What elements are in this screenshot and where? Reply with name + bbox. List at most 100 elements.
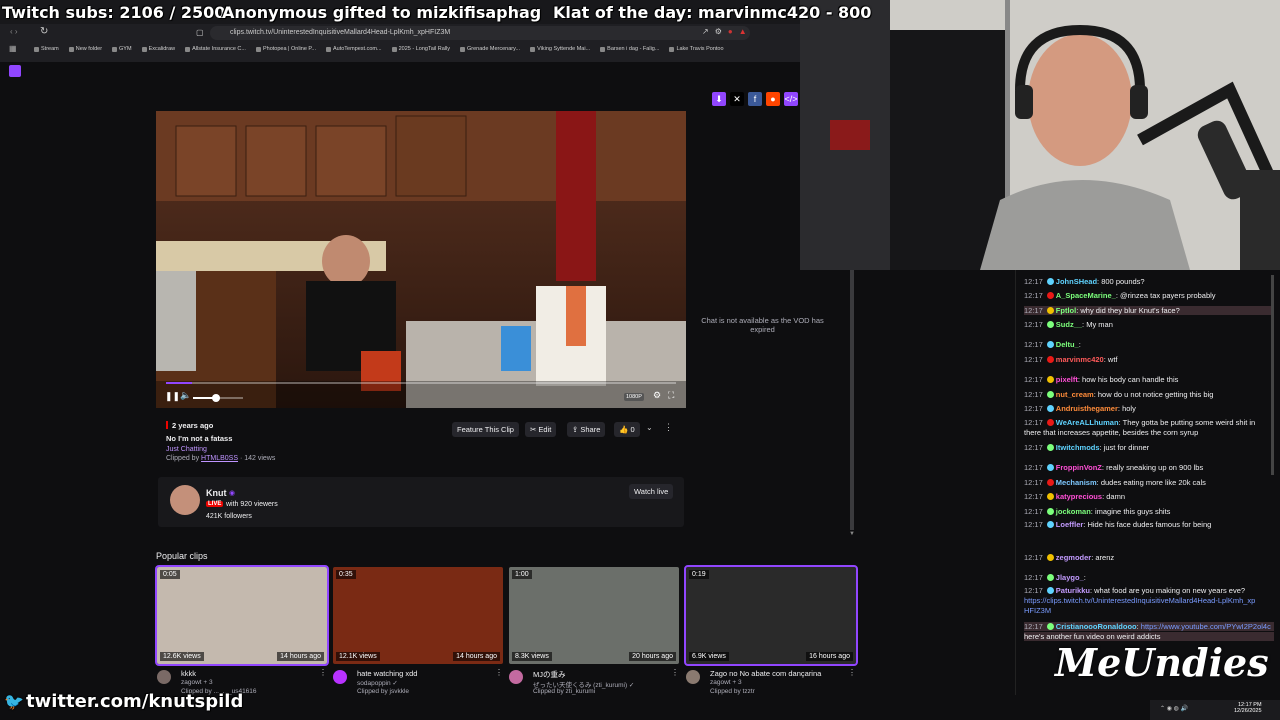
bookmark-item[interactable]: Grenade Mercenary... — [459, 46, 520, 52]
chat-username[interactable]: nut_cream — [1056, 390, 1094, 399]
like-button[interactable]: 👍 0 — [614, 422, 640, 437]
clip-more-icon[interactable]: ⋮ — [319, 668, 327, 677]
chat-message: 12:17 Jlaygo_: — [1024, 573, 1086, 582]
bookmark-label: New folder — [75, 46, 103, 52]
bookmark-item[interactable]: Excalidraw — [141, 46, 175, 52]
chat-username[interactable]: Loeffler — [1056, 520, 1084, 529]
chat-username[interactable]: CristianoooRonaldooo — [1056, 622, 1137, 631]
bookmark-item[interactable]: New folder — [68, 46, 103, 52]
volume-icon[interactable]: 🔈 — [180, 390, 191, 401]
chat-username[interactable]: Sudz__ — [1056, 320, 1082, 329]
chat-message: 12:17 JohnSHead: 800 pounds? — [1024, 277, 1145, 286]
clip-thumbnail[interactable]: 0:35 12.1K views 14 hours ago — [333, 567, 503, 664]
facebook-icon[interactable]: f — [748, 92, 762, 106]
scroll-down-icon[interactable]: ▼ — [849, 531, 855, 537]
chat-username[interactable]: Andruisthegamer — [1056, 404, 1118, 413]
tray-clock[interactable]: 12:17 PM 12/26/2025 — [1234, 702, 1262, 714]
bookmark-item[interactable]: Stream — [34, 46, 59, 52]
bookmark-item[interactable]: AutoTempest.com... — [325, 46, 382, 52]
bookmark-item[interactable]: 2025 - LongTail Rally — [391, 46, 450, 52]
chat-username[interactable]: pixelft — [1056, 375, 1078, 384]
reddit-icon[interactable]: ● — [766, 92, 780, 106]
clip-more-icon[interactable]: ⋮ — [495, 668, 503, 677]
twitch-logo-icon[interactable] — [9, 65, 21, 77]
bookmark-star-icon[interactable]: ▢ — [196, 28, 204, 37]
alert-icon[interactable]: ▲ — [739, 27, 747, 36]
chat-username[interactable]: FroppinVonZ — [1056, 463, 1102, 472]
clip-thumbnail[interactable]: 0:19 6.9K views 16 hours ago — [684, 565, 858, 666]
bookmark-item[interactable]: Viking Syttende Mai... — [530, 46, 590, 52]
download-icon[interactable]: ⬇ — [712, 92, 726, 106]
clip-title[interactable]: kkkk — [181, 669, 196, 678]
share-button[interactable]: ⇪ Share — [567, 422, 606, 437]
chat-username[interactable]: jockoman — [1056, 507, 1091, 516]
bookmark-label: Viking Syttende Mai... — [537, 46, 591, 52]
chat-username[interactable]: Itwitchmods — [1056, 443, 1100, 452]
chat-username[interactable]: katyprecious — [1056, 492, 1102, 501]
bookmark-item[interactable]: GYM — [112, 46, 132, 52]
chat-timestamp: 12:17 — [1024, 622, 1043, 631]
chat-username[interactable]: Jlaygo_ — [1056, 573, 1084, 582]
volume-knob[interactable] — [211, 394, 220, 402]
clip-channel-avatar[interactable] — [509, 670, 523, 684]
seek-fill — [166, 382, 192, 384]
clip-title[interactable]: Zago no No abate com dançarina — [710, 669, 821, 678]
settings-gear-icon[interactable]: ⚙ — [653, 390, 661, 401]
tray-icons[interactable]: ⌃ ◉ ◍ 🔊 — [1160, 705, 1188, 712]
bookmark-item[interactable]: Barsen i dag - Falig... — [600, 46, 659, 52]
extension-icon[interactable]: ● — [728, 27, 733, 36]
embed-icon[interactable]: </> — [784, 92, 798, 106]
screen: Google-søk ‹ › ↻ ▢ clips.twitch.tv/Unint… — [0, 0, 1280, 720]
chat-username[interactable]: JohnSHead — [1056, 277, 1097, 286]
clip-thumbnail[interactable]: 0:05 12.6K views 14 hours ago — [155, 565, 329, 666]
tray-date: 12/26/2025 — [1234, 708, 1262, 714]
quality-badge[interactable]: 1080P — [624, 393, 644, 401]
more-options-icon[interactable]: ⋮ — [664, 422, 673, 433]
chat-timestamp: 12:17 — [1024, 375, 1043, 384]
bookmark-item[interactable]: Lake Travis Pontoo — [669, 46, 724, 52]
clipper-link[interactable]: HTMLB0SS — [201, 455, 238, 462]
pause-icon[interactable]: ❚❚ — [165, 391, 180, 402]
chat-username[interactable]: Paturikku — [1056, 586, 1090, 595]
chevron-down-icon[interactable]: ⌄ — [646, 423, 653, 432]
x-share-icon[interactable]: ✕ — [730, 92, 744, 106]
chat-username[interactable]: Deltu_ — [1056, 340, 1079, 349]
channel-name[interactable]: Knut — [206, 488, 227, 498]
feature-clip-button[interactable]: Feature This Clip — [452, 422, 519, 437]
clip-channel-avatar[interactable] — [157, 670, 171, 684]
back-icon[interactable]: ‹ › — [10, 27, 18, 36]
fullscreen-icon[interactable]: ⛶ — [668, 390, 674, 401]
page-scrollbar[interactable] — [850, 270, 854, 530]
address-bar[interactable]: clips.twitch.tv/UninterestedInquisitiveM… — [210, 26, 750, 40]
watch-live-button[interactable]: Watch live — [629, 484, 674, 499]
edit-button[interactable]: ✂ Edit — [525, 422, 557, 437]
chat-scrollbar[interactable] — [1271, 275, 1274, 475]
chat-username[interactable]: Mechanism — [1056, 478, 1097, 487]
clip-thumbnail[interactable]: 1:00 8.3K views 20 hours ago — [509, 567, 679, 664]
chat-username[interactable]: A_SpaceMarine_ — [1056, 291, 1116, 300]
volume-slider[interactable] — [193, 394, 243, 402]
chat-username[interactable]: marvinmc420 — [1056, 355, 1104, 364]
chat-username[interactable]: zegmoder — [1056, 553, 1091, 562]
clip-title[interactable]: hate watching xdd — [357, 669, 417, 678]
clip-channel-avatar[interactable] — [333, 670, 347, 684]
reload-icon[interactable]: ↻ — [40, 26, 48, 37]
clip-channel-avatar[interactable] — [686, 670, 700, 684]
channel-avatar[interactable] — [170, 485, 200, 515]
settings-icon[interactable]: ⚙ — [715, 27, 722, 36]
clip-category[interactable]: Just Chatting — [166, 446, 207, 453]
bookmark-item[interactable]: Photopea | Online P... — [255, 46, 316, 52]
chat-timestamp: 12:17 — [1024, 463, 1043, 472]
clip-more-icon[interactable]: ⋮ — [671, 668, 679, 677]
share-icon[interactable]: ↗ — [702, 27, 709, 36]
chat-username[interactable]: Fptlol — [1056, 306, 1076, 315]
clip-more-icon[interactable]: ⋮ — [848, 668, 856, 677]
chat-message: 12:17 FroppinVonZ: really sneaking up on … — [1024, 463, 1203, 472]
chat-username[interactable]: WeAreALLhuman — [1056, 418, 1119, 427]
seek-bar[interactable] — [166, 382, 676, 384]
bookmark-label: Allstate Insurance C... — [192, 46, 246, 52]
popular-clips-heading: Popular clips — [156, 551, 208, 561]
video-player[interactable] — [156, 111, 686, 408]
bookmark-item[interactable]: Allstate Insurance C... — [185, 46, 246, 52]
bookmark-label: Barsen i dag - Falig... — [607, 46, 660, 52]
